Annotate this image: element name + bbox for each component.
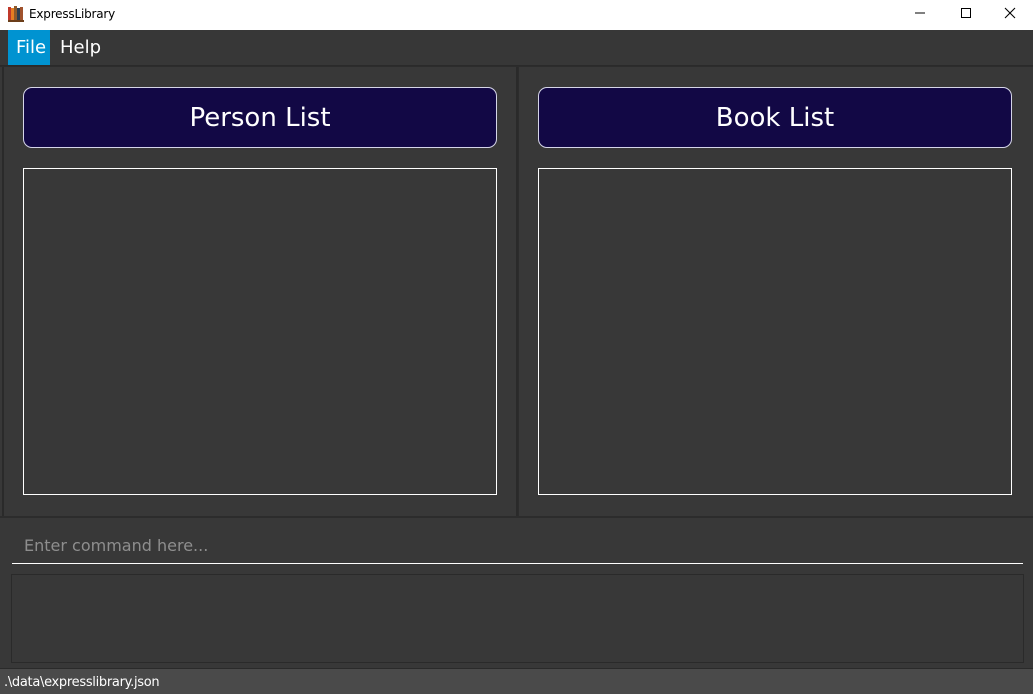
close-icon — [1004, 6, 1016, 24]
status-bar: .\data\expresslibrary.json — [0, 668, 1033, 694]
title-bar: ExpressLibrary — [0, 0, 1033, 30]
maximize-button[interactable] — [943, 0, 989, 30]
book-list-view[interactable] — [538, 168, 1012, 495]
command-box — [0, 517, 1033, 569]
minimize-button[interactable] — [897, 0, 943, 30]
save-location-text: .\data\expresslibrary.json — [4, 675, 160, 690]
book-list-header: Book List — [538, 87, 1012, 148]
person-list-header: Person List — [23, 87, 497, 148]
menu-bar: File Help — [0, 30, 1033, 66]
minimize-icon — [914, 6, 926, 24]
books-icon — [8, 6, 24, 22]
close-button[interactable] — [987, 0, 1033, 30]
window-title: ExpressLibrary — [29, 7, 116, 21]
menu-file[interactable]: File — [8, 30, 50, 65]
result-display[interactable] — [11, 574, 1024, 663]
book-list-panel: Book List — [518, 67, 1031, 516]
person-list-panel: Person List — [2, 67, 516, 516]
list-split-pane: Person List Book List — [0, 66, 1033, 517]
menu-help[interactable]: Help — [52, 30, 109, 65]
command-input[interactable] — [12, 528, 1023, 564]
person-list-view[interactable] — [23, 168, 497, 495]
maximize-icon — [960, 6, 972, 24]
